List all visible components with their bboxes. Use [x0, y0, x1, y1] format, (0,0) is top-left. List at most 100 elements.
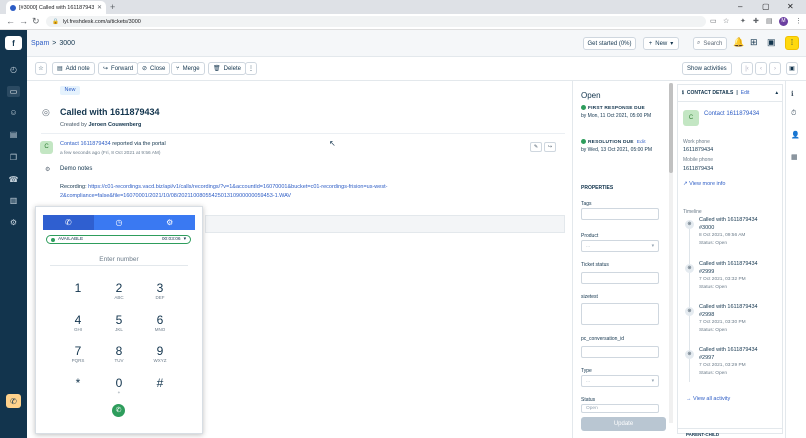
timeline-title[interactable]: Called with 1611879434 — [699, 304, 777, 312]
apps-icon[interactable]: ⊞ — [750, 37, 758, 48]
breadcrumb-spam[interactable]: Spam — [31, 40, 49, 47]
bookmark-star-icon[interactable]: ☆ — [723, 17, 729, 25]
show-activities-button[interactable]: Show activities — [682, 62, 732, 75]
edit-pencil-icon[interactable]: ✎ — [530, 142, 542, 152]
chevron-up-icon[interactable]: ▴ — [775, 90, 778, 96]
resolution-edit-link[interactable]: Edit — [637, 140, 646, 145]
phone-channel-icon[interactable]: ☎ — [7, 174, 20, 185]
timeline-title[interactable]: Called with 1611879434 — [699, 347, 777, 355]
dialpad-digit: * — [75, 376, 81, 390]
extension-icon[interactable]: ✦ — [740, 17, 746, 25]
close-tab-icon[interactable]: ✕ — [97, 4, 102, 11]
created-by-name[interactable]: Jeroen Couwenberg — [88, 122, 141, 128]
dialpad-key[interactable]: 7 PQRS — [63, 344, 93, 368]
browser-tab[interactable]: [#3000] Called with 1611879434 ✕ — [6, 1, 106, 14]
status-select[interactable]: Open — [581, 404, 659, 413]
user-icon[interactable]: 👤 — [791, 131, 800, 139]
forward-message-icon[interactable]: ↪ — [544, 142, 556, 152]
dialpad-key[interactable]: 9 WXYZ — [145, 344, 175, 368]
scrollbar-thumb[interactable] — [669, 83, 673, 173]
minimize-window-icon[interactable]: – — [738, 2, 742, 11]
help-widget-button[interactable]: ⁞ — [785, 36, 799, 50]
view-more-info-link[interactable]: ↗ View more info — [683, 181, 725, 187]
browser-menu-icon[interactable]: ⋮ — [795, 17, 802, 25]
forums-icon[interactable]: ❐ — [7, 152, 20, 163]
get-started-button[interactable]: Get started (0%) — [583, 37, 636, 50]
solutions-icon[interactable]: ▤ — [7, 129, 20, 140]
tickets-icon[interactable]: ▭ — [7, 86, 20, 97]
contact-link[interactable]: Contact 1611879434 — [60, 141, 111, 147]
collapse-panel-button[interactable]: ▣ — [786, 62, 798, 75]
dialpad-key[interactable]: 6 MNO — [145, 313, 175, 337]
update-button[interactable]: Update — [581, 417, 666, 431]
contact-info-icon[interactable]: ℹ — [791, 90, 794, 98]
tags-input[interactable] — [581, 208, 659, 220]
dialpad-key[interactable]: 2 ABC — [104, 281, 134, 305]
phone-dialer-toggle-icon[interactable]: ✆ — [6, 394, 21, 408]
timeline-item[interactable]: Called with 1611879434 #2998 7 Oct 2021, 0… — [699, 304, 777, 334]
dialpad-key[interactable]: 8 TUV — [104, 344, 134, 368]
dialpad-key[interactable]: 4 GHI — [63, 313, 93, 337]
delete-button[interactable]: 🗑 Delete — [208, 62, 246, 75]
dashboard-icon[interactable]: ◴ — [7, 64, 20, 75]
marketplace-icon[interactable]: ▣ — [767, 37, 776, 48]
contact-name-link[interactable]: Contact 1611879434 — [704, 111, 759, 117]
number-input[interactable]: Enter number — [50, 253, 188, 266]
timeline-item[interactable]: Called with 1611879434 #3000 8 Oct 2021, 0… — [699, 217, 777, 247]
close-window-icon[interactable]: ✕ — [787, 2, 794, 11]
reading-list-icon[interactable]: ▤ — [766, 17, 773, 25]
search-input[interactable]: ⌕ Search — [693, 37, 727, 50]
properties-scrollbar[interactable] — [669, 83, 673, 423]
pc-conversation-input[interactable] — [581, 346, 659, 358]
forward-button[interactable]: ↪ Forward — [98, 62, 139, 75]
dialpad-key[interactable]: # — [145, 376, 175, 400]
profile-avatar[interactable]: M — [779, 17, 788, 26]
merge-button[interactable]: ⑂ Merge — [171, 62, 205, 75]
puzzle-extensions-icon[interactable]: ✚ — [753, 17, 759, 25]
dialpad-key[interactable]: 5 JKL — [104, 313, 134, 337]
call-history-icon[interactable]: ◷ — [94, 215, 145, 230]
reload-icon[interactable]: ↻ — [32, 16, 40, 27]
time-log-icon[interactable]: ⏱ — [791, 110, 796, 118]
new-button[interactable]: + New ▾ — [643, 37, 679, 50]
recording-link[interactable]: https://c01-recordings.vacd.biz/api/v1/c… — [60, 184, 387, 199]
dialpad-key[interactable]: 1 — [63, 281, 93, 305]
dialpad-phone-icon[interactable]: ✆ — [43, 215, 94, 230]
product-select[interactable]: ... ▾ — [581, 240, 659, 252]
maximize-window-icon[interactable]: ▢ — [762, 2, 770, 11]
next-ticket-button[interactable]: › — [769, 62, 781, 75]
availability-selector[interactable]: AVAILABLE 00:03:06 ▾ — [46, 235, 191, 244]
dialpad-key[interactable]: 3 DEF — [145, 281, 175, 305]
new-tab-icon[interactable]: + — [110, 2, 115, 12]
view-all-activity-link[interactable]: → View all activity — [686, 396, 730, 402]
notifications-bell-icon[interactable]: 🔔 — [733, 37, 744, 48]
url-field[interactable]: 🔒 lyl.freshdesk.com/a/tickets/3000 — [46, 16, 706, 27]
parent-child-section[interactable]: PARENT-CHILD — [678, 428, 782, 438]
call-button[interactable]: ✆ — [112, 404, 125, 417]
timeline-title[interactable]: Called with 1611879434 — [699, 217, 777, 225]
admin-gear-icon[interactable]: ⚙ — [7, 217, 20, 228]
reports-icon[interactable]: ▥ — [7, 195, 20, 206]
prev-ticket-button[interactable]: ‹ — [755, 62, 767, 75]
sizetest-input[interactable] — [581, 303, 659, 325]
timeline-title[interactable]: Called with 1611879434 — [699, 261, 777, 269]
dialer-settings-icon[interactable]: ⚙ — [144, 215, 195, 230]
timeline-item[interactable]: Called with 1611879434 #2999 7 Oct 2021, 0… — [699, 261, 777, 291]
back-icon[interactable]: ← — [6, 16, 15, 26]
first-ticket-button[interactable]: |‹ — [741, 62, 753, 75]
contact-edit-link[interactable]: Edit — [741, 90, 750, 96]
close-button[interactable]: ⊘ Close — [137, 62, 171, 75]
add-note-button[interactable]: ▤ Add note — [52, 62, 95, 75]
forward-icon[interactable]: → — [19, 16, 28, 26]
calendar-icon[interactable]: ▦ — [791, 153, 798, 161]
more-actions-button[interactable]: ⋮ — [245, 62, 257, 75]
freshdesk-logo[interactable]: f — [5, 36, 22, 50]
timeline-item[interactable]: Called with 1611879434 #2997 7 Oct 2021, 0… — [699, 347, 777, 377]
cast-icon[interactable]: ▭ — [710, 17, 717, 25]
contacts-icon[interactable]: ☺ — [7, 107, 20, 118]
dialpad-key[interactable]: 0 + — [104, 376, 134, 400]
ticket-status-input[interactable] — [581, 272, 659, 284]
dialpad-key[interactable]: * — [63, 376, 93, 400]
star-ticket-button[interactable]: ☆ — [35, 62, 47, 75]
type-select[interactable]: ... ▾ — [581, 375, 659, 387]
